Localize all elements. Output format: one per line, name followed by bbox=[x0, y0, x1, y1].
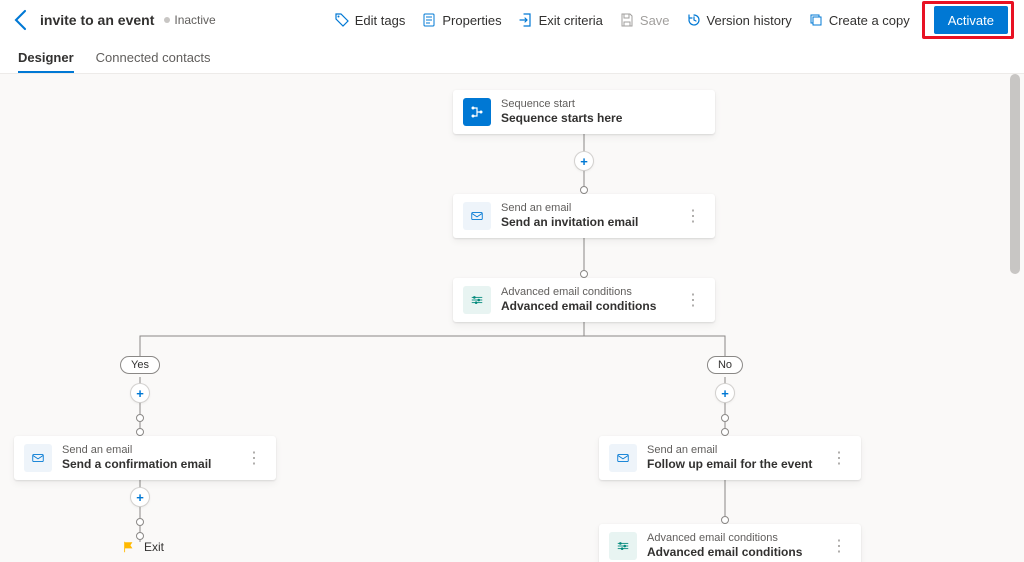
status-label: Inactive bbox=[174, 13, 215, 27]
properties-button[interactable]: Properties bbox=[413, 4, 509, 36]
version-history-label: Version history bbox=[707, 13, 792, 28]
node-type: Send an email bbox=[501, 202, 681, 216]
tabs-bar: Designer Connected contacts bbox=[0, 40, 1024, 74]
status-dot-icon bbox=[164, 17, 170, 23]
node-type: Send an email bbox=[647, 444, 827, 458]
save-label: Save bbox=[640, 13, 670, 28]
node-advanced-conditions-2[interactable]: Advanced email conditions Advanced email… bbox=[599, 524, 861, 562]
properties-label: Properties bbox=[442, 13, 501, 28]
node-name: Send an invitation email bbox=[501, 215, 681, 230]
email-icon bbox=[463, 202, 491, 230]
activate-label: Activate bbox=[948, 13, 994, 28]
exit-criteria-label: Exit criteria bbox=[539, 13, 603, 28]
connector-dot bbox=[721, 428, 729, 436]
properties-icon bbox=[421, 12, 437, 28]
node-type: Advanced email conditions bbox=[647, 532, 827, 546]
node-advanced-conditions[interactable]: Advanced email conditions Advanced email… bbox=[453, 278, 715, 322]
activate-button[interactable]: Activate bbox=[934, 6, 1008, 34]
node-type: Send an email bbox=[62, 444, 242, 458]
connector-dot bbox=[136, 428, 144, 436]
top-toolbar: invite to an event Inactive Edit tags Pr… bbox=[0, 0, 1024, 40]
version-history-button[interactable]: Version history bbox=[678, 4, 800, 36]
back-button[interactable] bbox=[10, 8, 34, 32]
page-title: invite to an event bbox=[40, 12, 154, 28]
connector-dot bbox=[580, 270, 588, 278]
conditions-icon bbox=[609, 532, 637, 560]
scrollbar-track[interactable] bbox=[1012, 74, 1022, 562]
create-copy-label: Create a copy bbox=[829, 13, 910, 28]
node-more-button[interactable]: ⋮ bbox=[681, 206, 705, 226]
conditions-icon bbox=[463, 286, 491, 314]
exit-icon bbox=[518, 12, 534, 28]
branch-no-pill: No bbox=[707, 356, 743, 374]
node-more-button[interactable]: ⋮ bbox=[242, 448, 266, 468]
node-sequence-start[interactable]: Sequence start Sequence starts here bbox=[453, 90, 715, 134]
save-icon bbox=[619, 12, 635, 28]
node-more-button[interactable]: ⋮ bbox=[681, 290, 705, 310]
add-step-button[interactable]: + bbox=[131, 384, 149, 402]
flag-icon bbox=[122, 540, 136, 554]
connector-dot bbox=[721, 414, 729, 422]
node-more-button[interactable]: ⋮ bbox=[827, 448, 851, 468]
node-type: Advanced email conditions bbox=[501, 286, 681, 300]
add-step-button[interactable]: + bbox=[131, 488, 149, 506]
activate-highlight: Activate bbox=[922, 1, 1014, 39]
node-exit[interactable]: Exit bbox=[122, 540, 164, 554]
email-icon bbox=[609, 444, 637, 472]
tab-designer[interactable]: Designer bbox=[18, 50, 74, 73]
node-type: Sequence start bbox=[501, 98, 705, 112]
add-step-button[interactable]: + bbox=[716, 384, 734, 402]
email-icon bbox=[24, 444, 52, 472]
connector-dot bbox=[136, 518, 144, 526]
history-icon bbox=[686, 12, 702, 28]
node-name: Advanced email conditions bbox=[501, 299, 681, 314]
tab-connected-contacts[interactable]: Connected contacts bbox=[96, 50, 211, 73]
create-copy-button[interactable]: Create a copy bbox=[800, 4, 918, 36]
connector-dot bbox=[721, 516, 729, 524]
sequence-start-icon bbox=[463, 98, 491, 126]
designer-canvas[interactable]: Sequence start Sequence starts here + Se… bbox=[0, 74, 1024, 562]
edit-tags-label: Edit tags bbox=[355, 13, 406, 28]
copy-icon bbox=[808, 12, 824, 28]
edit-tags-button[interactable]: Edit tags bbox=[326, 4, 414, 36]
node-name: Follow up email for the event bbox=[647, 457, 827, 472]
node-send-invitation-email[interactable]: Send an email Send an invitation email ⋮ bbox=[453, 194, 715, 238]
node-name: Advanced email conditions bbox=[647, 545, 827, 560]
node-name: Send a confirmation email bbox=[62, 457, 242, 472]
node-name: Sequence starts here bbox=[501, 111, 705, 126]
node-follow-up-email[interactable]: Send an email Follow up email for the ev… bbox=[599, 436, 861, 480]
exit-label: Exit bbox=[144, 540, 164, 554]
add-step-button[interactable]: + bbox=[575, 152, 593, 170]
node-more-button[interactable]: ⋮ bbox=[827, 536, 851, 556]
branch-yes-pill: Yes bbox=[120, 356, 160, 374]
save-button: Save bbox=[611, 4, 678, 36]
connector-dot bbox=[136, 532, 144, 540]
exit-criteria-button[interactable]: Exit criteria bbox=[510, 4, 611, 36]
tag-icon bbox=[334, 12, 350, 28]
node-send-confirmation-email[interactable]: Send an email Send a confirmation email … bbox=[14, 436, 276, 480]
scrollbar-thumb[interactable] bbox=[1010, 74, 1020, 274]
connector-dot bbox=[136, 414, 144, 422]
connector-dot bbox=[580, 186, 588, 194]
